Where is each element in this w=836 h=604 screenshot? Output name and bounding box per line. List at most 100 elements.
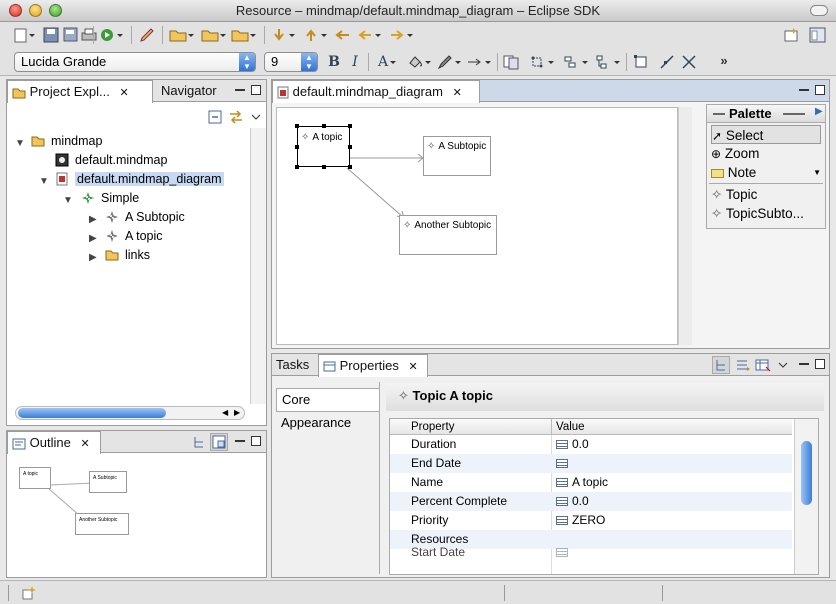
connection-line[interactable]: [346, 167, 405, 219]
auto-size-button[interactable]: [632, 53, 650, 71]
view-menu-button[interactable]: [776, 356, 790, 374]
link-with-editor-button[interactable]: [227, 108, 245, 126]
tree-item-a-topic[interactable]: A topic: [125, 227, 163, 246]
restore-default-button[interactable]: [754, 356, 772, 374]
print-button[interactable]: [80, 26, 98, 44]
collapsed-arrow-icon[interactable]: ▶: [89, 233, 97, 244]
palette-item-topicsubtopic[interactable]: ✧ TopicSubto...: [711, 204, 804, 223]
minimize-view-button[interactable]: [799, 363, 809, 365]
select-all-button[interactable]: [502, 53, 522, 71]
next-annotation-button[interactable]: [270, 26, 298, 44]
forward-button[interactable]: [388, 26, 416, 44]
tree-item-links[interactable]: links: [125, 246, 150, 265]
maximize-view-button[interactable]: [815, 359, 825, 369]
property-row-percent-complete[interactable]: Percent Complete 0.0: [390, 492, 792, 511]
resize-handle[interactable]: [322, 124, 326, 128]
palette-tool-zoom[interactable]: ⊕ Zoom: [711, 144, 759, 163]
outline-overview-button[interactable]: [210, 433, 228, 451]
tab-default-mindmap-diagram[interactable]: default.mindmap_diagram ✕: [272, 80, 480, 103]
close-tab-icon[interactable]: ✕: [409, 361, 418, 373]
show-advanced-button[interactable]: [734, 356, 752, 374]
column-header-property[interactable]: Property: [411, 419, 454, 435]
remove-line-button[interactable]: [680, 53, 698, 71]
property-row-end-date[interactable]: End Date: [390, 454, 792, 473]
resize-handle[interactable]: [348, 124, 352, 128]
font-family-select[interactable]: Lucida Grande ▲ ▼: [14, 52, 256, 72]
property-row-start-date[interactable]: Start Date: [390, 545, 792, 568]
bold-button[interactable]: B: [325, 53, 343, 71]
save-all-button[interactable]: [62, 26, 80, 44]
collapsed-arrow-icon[interactable]: ▶: [89, 252, 97, 263]
back-button[interactable]: [356, 26, 384, 44]
chevron-down-icon[interactable]: ▼: [813, 163, 821, 182]
close-window-button[interactable]: [9, 4, 22, 17]
arrange-button[interactable]: [528, 53, 558, 71]
close-tab-icon[interactable]: ✕: [80, 438, 89, 450]
resource-perspective-button[interactable]: [808, 26, 828, 44]
font-color-button[interactable]: A: [374, 53, 402, 71]
toolbar-toggle-button[interactable]: [810, 5, 828, 16]
minimize-window-button[interactable]: [29, 4, 42, 17]
tab-outline[interactable]: Outline ✕: [7, 431, 101, 454]
scroll-right-icon[interactable]: ▶: [234, 407, 240, 419]
fast-view-button[interactable]: [20, 584, 38, 602]
explorer-vertical-scrollbar[interactable]: [250, 128, 266, 404]
previous-annotation-button[interactable]: [302, 26, 330, 44]
resize-handle[interactable]: [348, 145, 352, 149]
diagram-node-another-subtopic[interactable]: ✧ Another Subtopic: [399, 215, 497, 255]
font-size-select[interactable]: 9 ▲ ▼: [264, 52, 318, 72]
maximize-view-button[interactable]: [251, 436, 261, 446]
new-wizard-button[interactable]: [12, 26, 38, 44]
palette-tool-note[interactable]: Note ▼: [711, 163, 821, 182]
close-tab-icon[interactable]: ✕: [119, 87, 128, 99]
resize-handle[interactable]: [295, 165, 299, 169]
scroll-left-icon[interactable]: ◀: [222, 407, 228, 419]
maximize-view-button[interactable]: [251, 85, 261, 95]
run-button[interactable]: [98, 26, 126, 44]
resize-handle[interactable]: [295, 145, 299, 149]
minimize-editor-button[interactable]: [799, 89, 809, 91]
palette-item-topic[interactable]: ✧ Topic: [711, 185, 757, 204]
property-row-duration[interactable]: Duration 0.0: [390, 435, 792, 454]
line-style-button[interactable]: [466, 53, 494, 71]
tree-item-default-mindmap-diagram[interactable]: default.mindmap_diagram: [75, 170, 224, 189]
minimize-view-button[interactable]: [235, 89, 245, 91]
vertical-scroll-thumb[interactable]: [801, 441, 812, 505]
show-categories-button[interactable]: [712, 356, 730, 374]
tree-item-default-mindmap[interactable]: default.mindmap: [75, 151, 167, 170]
tree-item-simple[interactable]: Simple: [101, 189, 139, 208]
view-menu-button[interactable]: [249, 108, 263, 126]
tree-item-a-subtopic[interactable]: A Subtopic: [125, 208, 185, 227]
diagram-canvas[interactable]: ✧ A topic ✧ A Subtopic ✧ Another Subtopic: [276, 107, 678, 345]
properties-vertical-scrollbar[interactable]: [794, 419, 818, 574]
column-divider[interactable]: [551, 419, 552, 435]
line-color-button[interactable]: [436, 53, 464, 71]
property-row-priority[interactable]: Priority ZERO: [390, 511, 792, 530]
minimize-view-button[interactable]: [235, 440, 245, 442]
outline-overview-canvas[interactable]: A topic A Subtopic Another Subtopic: [9, 455, 256, 577]
tab-tasks[interactable]: Tasks: [272, 354, 316, 376]
close-tab-icon[interactable]: ✕: [453, 87, 462, 99]
category-core[interactable]: Core: [276, 388, 379, 412]
tab-navigator[interactable]: Navigator: [157, 80, 217, 102]
open-perspective-tool-button[interactable]: [138, 26, 156, 44]
horizontal-scroll-thumb[interactable]: [18, 408, 166, 418]
maximize-editor-button[interactable]: [815, 85, 825, 95]
expanded-arrow-icon[interactable]: ▼: [39, 176, 49, 187]
collapsed-arrow-icon[interactable]: ▶: [89, 214, 97, 225]
property-row-name[interactable]: Name A topic: [390, 473, 792, 492]
open-perspective-button[interactable]: [782, 26, 804, 44]
outline-tree-view-button[interactable]: [191, 433, 207, 451]
resize-handle[interactable]: [322, 165, 326, 169]
zoom-window-button[interactable]: [49, 4, 62, 17]
italic-button[interactable]: I: [346, 53, 364, 71]
diagram-node-a-subtopic[interactable]: ✧ A Subtopic: [423, 136, 491, 176]
fill-color-button[interactable]: [406, 53, 434, 71]
folder-action-button-1[interactable]: [168, 26, 196, 44]
explorer-horizontal-scrollbar[interactable]: ◀ ▶: [15, 406, 245, 420]
resize-handle[interactable]: [348, 165, 352, 169]
distribute-button[interactable]: [594, 53, 624, 71]
resize-handle[interactable]: [295, 124, 299, 128]
palette-collapse-icon[interactable]: ▶: [815, 106, 823, 117]
folder-action-button-3[interactable]: [230, 26, 258, 44]
